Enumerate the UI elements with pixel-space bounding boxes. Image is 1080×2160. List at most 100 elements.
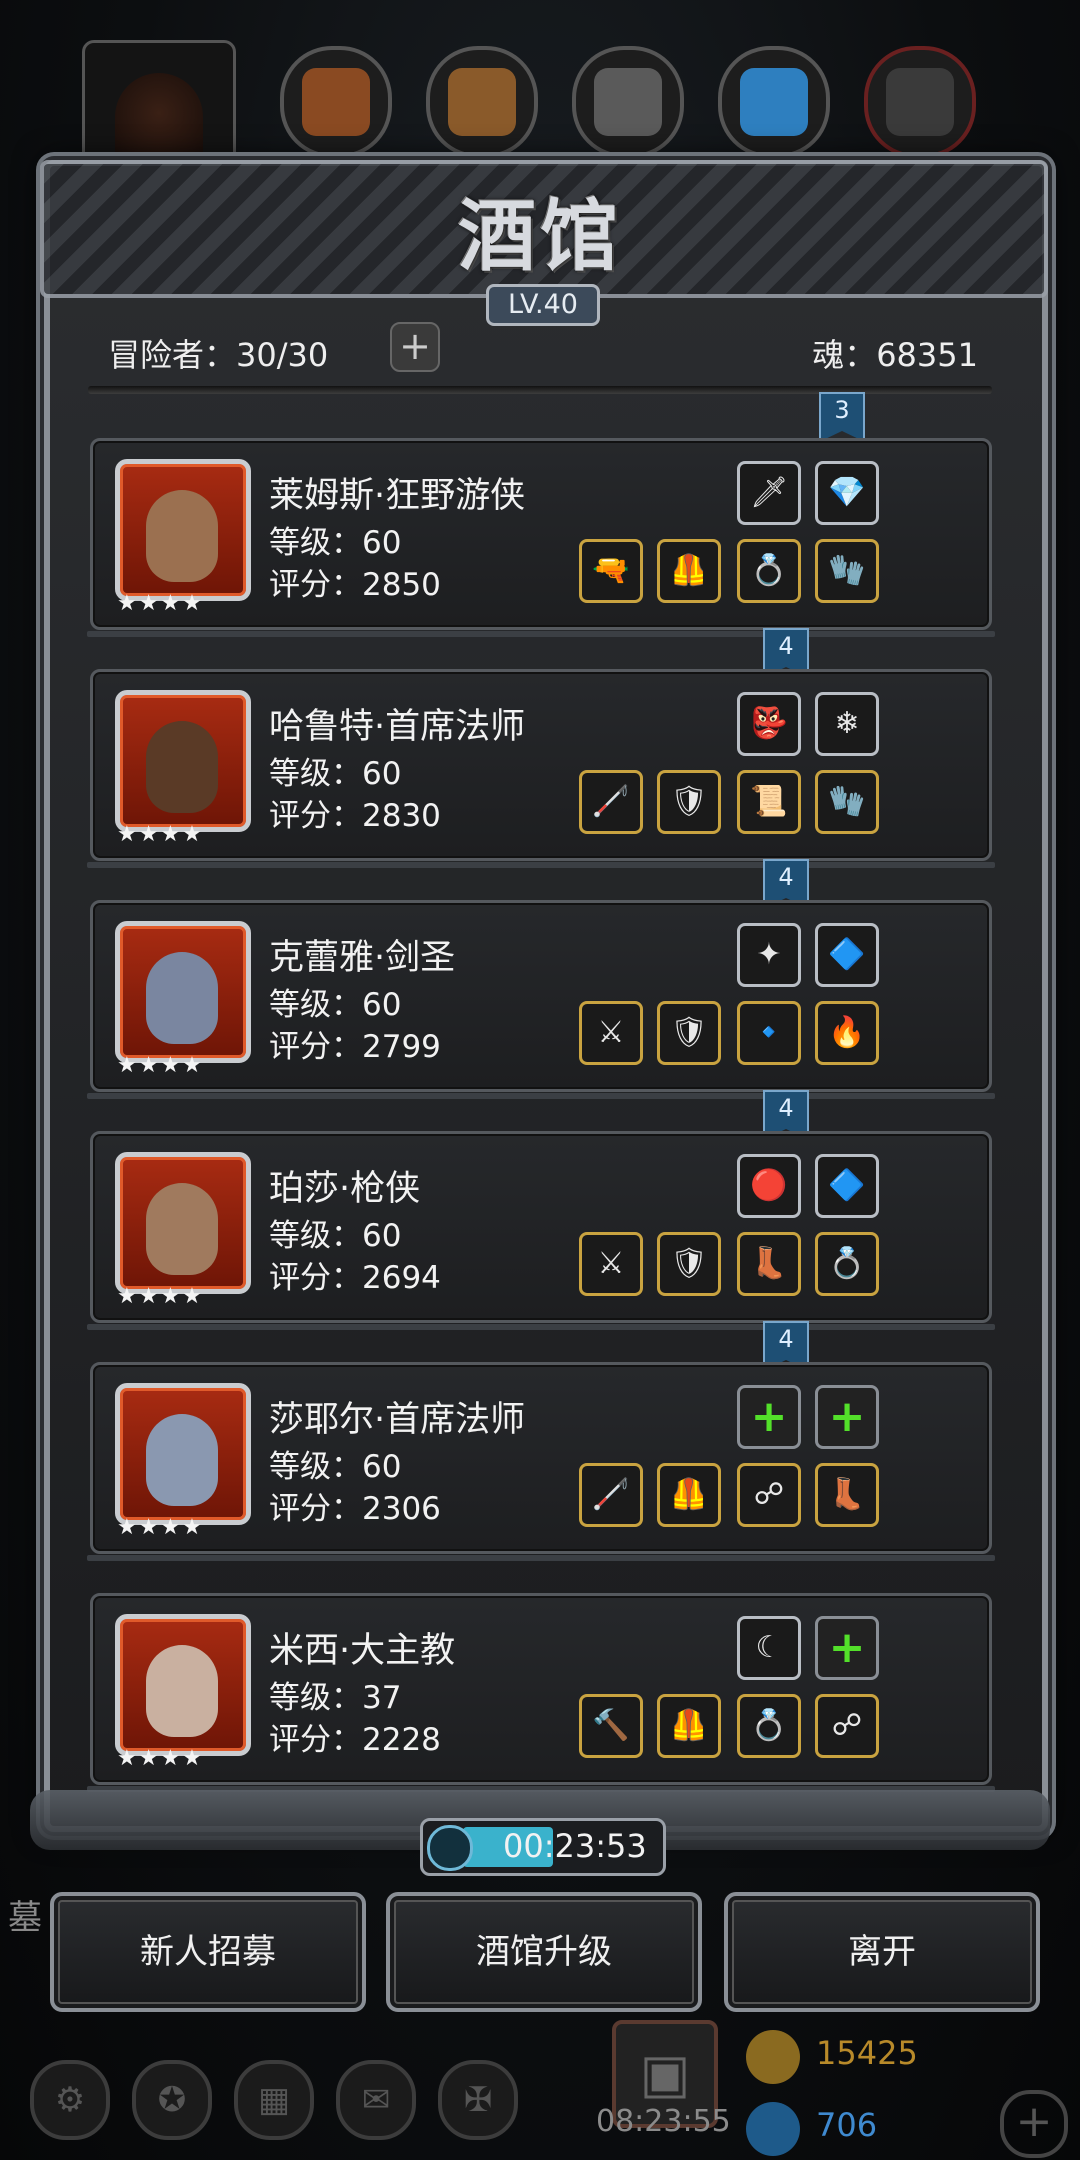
hammer-icon[interactable]: 🔨 [579, 1694, 643, 1758]
hero-score: 评分：2306 [269, 1491, 441, 1527]
star-rating: ★★★★ [117, 1053, 204, 1078]
steel-armor-icon[interactable]: 🛡 [657, 1232, 721, 1296]
gift-timer: 08:23:55 [596, 2104, 731, 2139]
recruit-button[interactable]: 新人招募 [50, 1892, 366, 2012]
hero-score: 评分：2799 [269, 1029, 441, 1065]
hero-level: 等级：60 [269, 987, 402, 1023]
tavern-title: 酒馆 [457, 191, 622, 282]
hero-card[interactable]: ★★★★ 哈鲁特·首席法师 等级：60 评分：2830 👺 ❄ 🦯 🛡 📜 🧤 [87, 669, 995, 868]
tavern-stats-row: 冒险者：30/30 + 魂：68351 [108, 322, 978, 380]
leave-button[interactable]: 离开 [724, 1892, 1040, 2012]
hero-level: 等级：60 [269, 756, 402, 792]
amethyst-icon[interactable]: 💎 [815, 461, 879, 525]
leather-armor-icon[interactable]: 🦺 [657, 539, 721, 603]
steel-armor-icon[interactable]: 🛡 [657, 1001, 721, 1065]
staff-icon[interactable]: 🦯 [579, 770, 643, 834]
add-slot-icon[interactable]: + [815, 1616, 879, 1680]
amulet-icon[interactable]: ✦ [737, 923, 801, 987]
hero-name: 米西·大主教 [269, 1631, 456, 1671]
hero-face [146, 952, 218, 1044]
blue-gem-icon[interactable]: 🔷 [815, 1154, 879, 1218]
star-rating: ★★★★ [117, 1746, 204, 1771]
hero-face [146, 490, 218, 582]
hero-level: 等级：37 [269, 1680, 402, 1716]
fire-rune-icon[interactable]: 🔥 [815, 1001, 879, 1065]
hero-card[interactable]: ★★★★ 米西·大主教 等级：37 评分：2228 ☾ + 🔨 🦺 💍 ☍ [87, 1593, 995, 1792]
chain-amulet-icon[interactable]: ☍ [815, 1694, 879, 1758]
hero-portrait[interactable] [115, 459, 251, 601]
ring-icon[interactable]: 💍 [737, 1694, 801, 1758]
ice-crystal-icon[interactable]: ❄ [815, 692, 879, 756]
gauntlet-icon[interactable]: 🧤 [815, 539, 879, 603]
star-rating: ★★★★ [117, 1515, 204, 1540]
ring-icon[interactable]: 💍 [815, 1232, 879, 1296]
star-rating: ★★★★ [117, 822, 204, 847]
mask-icon[interactable]: 👺 [737, 692, 801, 756]
rifle-icon[interactable]: 🔫 [579, 539, 643, 603]
hero-card[interactable]: ★★★★ 莎耶尔·首席法师 等级：60 评分：2306 + + 🦯 🦺 ☍ 👢 [87, 1362, 995, 1561]
leather-armor-icon[interactable]: 🦺 [657, 1463, 721, 1527]
tavern-upgrade-button[interactable]: 酒馆升级 [386, 1892, 702, 2012]
hero-portrait[interactable] [115, 1152, 251, 1294]
blue-gem-icon[interactable]: 🔷 [815, 923, 879, 987]
tavern-level-badge: LV.40 [486, 284, 600, 326]
shield-nav-icon[interactable]: ✠ [438, 2060, 518, 2140]
iron-icon[interactable] [572, 46, 684, 158]
hero-portrait[interactable] [115, 1383, 251, 1525]
hero-face [146, 1645, 218, 1737]
staff-icon[interactable]: 🦯 [579, 1463, 643, 1527]
hero-level: 等级：60 [269, 1449, 402, 1485]
hero-face [146, 721, 218, 813]
ore-icon[interactable] [864, 46, 976, 158]
star-rating: ★★★★ [117, 1284, 204, 1309]
ruby-icon[interactable]: 🔴 [737, 1154, 801, 1218]
gem-icon [746, 2102, 800, 2156]
hero-card[interactable]: ★★★★ 克蕾雅·剑圣 等级：60 评分：2799 ✦ 🔷 ⚔ 🛡 🔹 🔥 [87, 900, 995, 1099]
gold-amount: 15425 [816, 2034, 918, 2072]
crystal-shield-icon[interactable]: 🔹 [737, 1001, 801, 1065]
fang-icon[interactable]: ☾ [737, 1616, 801, 1680]
bottom-nav: ⚙ ✪ ▦ ✉ ✠ ▣ 08:23:55 15425 706 + [0, 2010, 1080, 2160]
hero-score: 评分：2228 [269, 1722, 441, 1758]
hero-card[interactable]: ★★★★ 珀莎·枪侠 等级：60 评分：2694 🔴 🔷 ⚔ 🛡 👢 💍 [87, 1131, 995, 1330]
scroll-icon[interactable]: 📜 [737, 770, 801, 834]
title-plate: 酒馆 [430, 170, 650, 290]
achievement-icon[interactable]: ✪ [132, 2060, 212, 2140]
boots-icon[interactable]: 👢 [815, 1463, 879, 1527]
gem-amount: 706 [816, 2106, 878, 2144]
hero-score: 评分：2830 [269, 798, 441, 834]
meat-icon[interactable] [280, 46, 392, 158]
hero-face [146, 1183, 218, 1275]
add-slot-icon[interactable]: + [815, 1385, 879, 1449]
star-rating: ★★★★ [117, 591, 204, 616]
spear-icon[interactable]: ⚔ [579, 1001, 643, 1065]
wood-icon[interactable] [426, 46, 538, 158]
hero-score: 评分：2850 [269, 567, 441, 603]
crystal-icon[interactable] [718, 46, 830, 158]
hero-level: 等级：60 [269, 1218, 402, 1254]
adventurer-count: 冒险者：30/30 [108, 336, 329, 374]
add-slot-icon[interactable]: + [737, 1385, 801, 1449]
timer-value: 00:23:53 [503, 1827, 647, 1865]
hero-portrait[interactable] [115, 921, 251, 1063]
hero-portrait[interactable] [115, 1614, 251, 1756]
book-icon[interactable]: ▦ [234, 2060, 314, 2140]
boots-icon[interactable]: 👢 [737, 1232, 801, 1296]
add-currency-button[interactable]: + [1000, 2090, 1068, 2158]
side-label: 墓 [8, 1898, 42, 1938]
settings-icon[interactable]: ⚙ [30, 2060, 110, 2140]
clock-icon [427, 1825, 473, 1871]
mail-icon[interactable]: ✉ [336, 2060, 416, 2140]
add-adventurer-button[interactable]: + [390, 322, 440, 372]
ring-icon[interactable]: 💍 [737, 539, 801, 603]
hero-card[interactable]: ★★★★ 莱姆斯·狂野游侠 等级：60 评分：2850 🗡 💎 🔫 🦺 💍 🧤 [87, 438, 995, 637]
chain-amulet-icon[interactable]: ☍ [737, 1463, 801, 1527]
hero-portrait[interactable] [115, 690, 251, 832]
gold-coin-icon [746, 2030, 800, 2084]
purple-armor-icon[interactable]: 🛡 [657, 770, 721, 834]
gauntlet-icon[interactable]: 🧤 [815, 770, 879, 834]
hero-level: 等级：60 [269, 525, 402, 561]
leather-armor-icon[interactable]: 🦺 [657, 1694, 721, 1758]
spear-icon[interactable]: ⚔ [579, 1232, 643, 1296]
dagger-icon[interactable]: 🗡 [737, 461, 801, 525]
